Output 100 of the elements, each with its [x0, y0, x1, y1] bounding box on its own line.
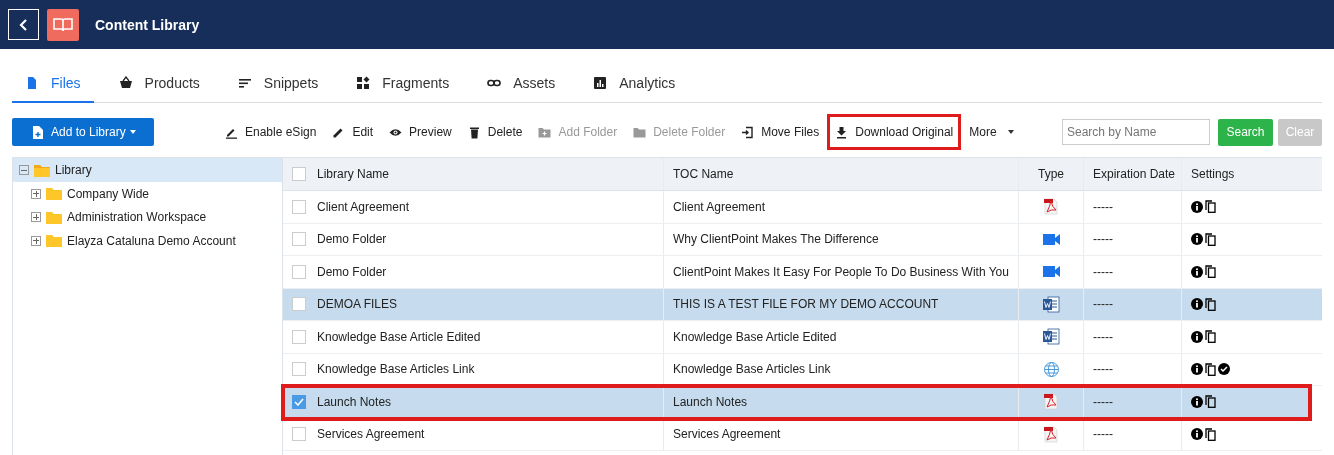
word-document-icon — [1042, 295, 1060, 313]
info-icon[interactable] — [1191, 330, 1203, 343]
table-cell: Demo Folder — [317, 232, 387, 247]
trash-icon — [467, 125, 481, 139]
add-to-library-button[interactable]: Add to Library — [12, 118, 154, 146]
toolbar-button[interactable]: Move Files — [733, 114, 828, 150]
tree-item[interactable]: Library — [13, 158, 282, 182]
checkbox[interactable] — [292, 232, 306, 247]
checkbox[interactable] — [292, 427, 306, 442]
copy-icon[interactable] — [1205, 330, 1216, 344]
table-cell: Knowledge Base Articles Link — [673, 362, 831, 377]
folder-plus-icon — [538, 125, 552, 139]
table-cell: ----- — [1093, 427, 1113, 442]
tab[interactable]: Assets — [474, 64, 569, 103]
info-icon[interactable] — [1191, 428, 1203, 441]
table-cell: Client Agreement — [673, 199, 766, 214]
search-field[interactable]: Search by Name — [1062, 119, 1210, 145]
download-icon — [835, 125, 849, 139]
info-icon[interactable] — [1191, 298, 1203, 311]
table-cell: Launch Notes — [317, 394, 392, 409]
table-cell: Knowledge Base Article Edited — [317, 329, 481, 344]
checkbox[interactable] — [292, 362, 306, 377]
tab[interactable]: Products — [105, 64, 213, 103]
copy-icon[interactable] — [1205, 265, 1216, 279]
table-row[interactable]: Launch Notes Launch Notes ----- — [283, 386, 1310, 419]
app-title: Content Library — [95, 16, 200, 33]
copy-icon[interactable] — [1205, 200, 1216, 214]
table-cell: ----- — [1093, 264, 1113, 279]
folder-icon — [46, 210, 62, 224]
tab[interactable]: Snippets — [224, 64, 332, 103]
column-header: Type — [1019, 158, 1084, 190]
back-button[interactable] — [8, 9, 39, 40]
copy-icon[interactable] — [1205, 427, 1216, 441]
folder-icon — [633, 125, 647, 139]
table-cell: ----- — [1093, 329, 1113, 344]
copy-icon[interactable] — [1205, 362, 1216, 376]
tab[interactable]: Analytics — [580, 64, 689, 103]
toolbar-button[interactable]: Preview — [381, 114, 460, 150]
checkbox[interactable] — [292, 297, 306, 312]
info-icon[interactable] — [1191, 200, 1203, 213]
video-camera-icon — [1042, 266, 1060, 278]
tree-item[interactable]: Administration Workspace — [13, 205, 282, 229]
checkbox[interactable] — [292, 264, 306, 279]
toolbar-button[interactable]: Edit — [324, 114, 382, 150]
table-row[interactable]: Demo Folder ClientPoint Makes It Easy For People To Do Business With You ----- — [283, 256, 1322, 289]
table-cell: Why ClientPoint Makes The Difference — [673, 232, 879, 247]
caret-icon — [129, 130, 136, 134]
info-icon[interactable] — [1191, 363, 1203, 376]
chevron-left-icon — [17, 17, 30, 32]
toolbar-button[interactable]: Enable eSign — [217, 114, 325, 150]
tree-item[interactable]: Company Wide — [13, 182, 282, 206]
caret-icon — [1007, 130, 1014, 134]
table-cell: ----- — [1093, 362, 1113, 377]
toolbar-button[interactable]: Delete — [459, 114, 531, 150]
table-cell: Knowledge Base Article Edited — [673, 329, 837, 344]
column-header: Settings — [1190, 166, 1236, 183]
chart-icon — [593, 75, 608, 90]
table-row[interactable]: DEMOA FILES THIS IS A TEST FILE FOR MY DEMO ACCOUNT ----- — [283, 288, 1322, 321]
checkbox[interactable] — [292, 167, 306, 181]
pdf-file-icon — [1044, 425, 1058, 443]
table-cell: Services Agreement — [317, 427, 425, 442]
move-icon — [741, 125, 755, 139]
info-icon[interactable] — [1191, 265, 1203, 278]
table-cell: ----- — [1093, 199, 1113, 214]
column-header: Expiration Date — [1084, 158, 1182, 190]
copy-icon[interactable] — [1205, 297, 1216, 311]
table-row[interactable]: Demo Folder Why ClientPoint Makes The Difference ----- — [283, 223, 1322, 256]
tab[interactable]: Files — [12, 64, 94, 103]
checkbox[interactable] — [292, 394, 306, 409]
info-icon[interactable] — [1191, 233, 1203, 246]
tab[interactable]: Fragments — [343, 64, 463, 103]
more-menu[interactable]: More — [961, 114, 1022, 150]
table-cell: ----- — [1093, 297, 1113, 312]
table-row[interactable]: Knowledge Base Article Edited Knowledge Base Article Edited ----- — [283, 321, 1322, 354]
blocks-icon — [356, 75, 371, 90]
pdf-file-icon — [1044, 198, 1058, 216]
folder-icon — [34, 163, 50, 177]
table-cell: ----- — [1093, 394, 1113, 409]
checkbox[interactable] — [292, 329, 306, 344]
toolbar-button[interactable]: Download Original — [827, 114, 962, 150]
folder-icon — [46, 187, 62, 201]
folder-icon — [46, 234, 62, 248]
copy-icon[interactable] — [1205, 395, 1216, 409]
table-cell: THIS IS A TEST FILE FOR MY DEMO ACCOUNT — [673, 297, 939, 312]
table-cell: ClientPoint Makes It Easy For People To Do Business With You — [673, 264, 1009, 279]
table-cell: Client Agreement — [317, 199, 410, 214]
column-header: TOC Name — [664, 158, 1019, 190]
tree-item[interactable]: Elayza Cataluna Demo Account — [13, 229, 282, 253]
basket-icon — [118, 75, 133, 90]
video-camera-icon — [1042, 233, 1060, 245]
book-icon — [47, 8, 79, 41]
table-cell: Knowledge Base Articles Link — [317, 362, 475, 377]
table-cell: ----- — [1093, 232, 1113, 247]
column-header: Library Name — [317, 167, 390, 181]
table-row[interactable]: Services Agreement Services Agreement ----- — [283, 418, 1322, 451]
copy-icon[interactable] — [1205, 232, 1216, 246]
table-row[interactable]: Client Agreement Client Agreement ----- — [283, 191, 1322, 224]
table-cell: DEMOA FILES — [317, 297, 398, 312]
checkbox[interactable] — [292, 199, 306, 214]
info-icon[interactable] — [1191, 395, 1203, 408]
